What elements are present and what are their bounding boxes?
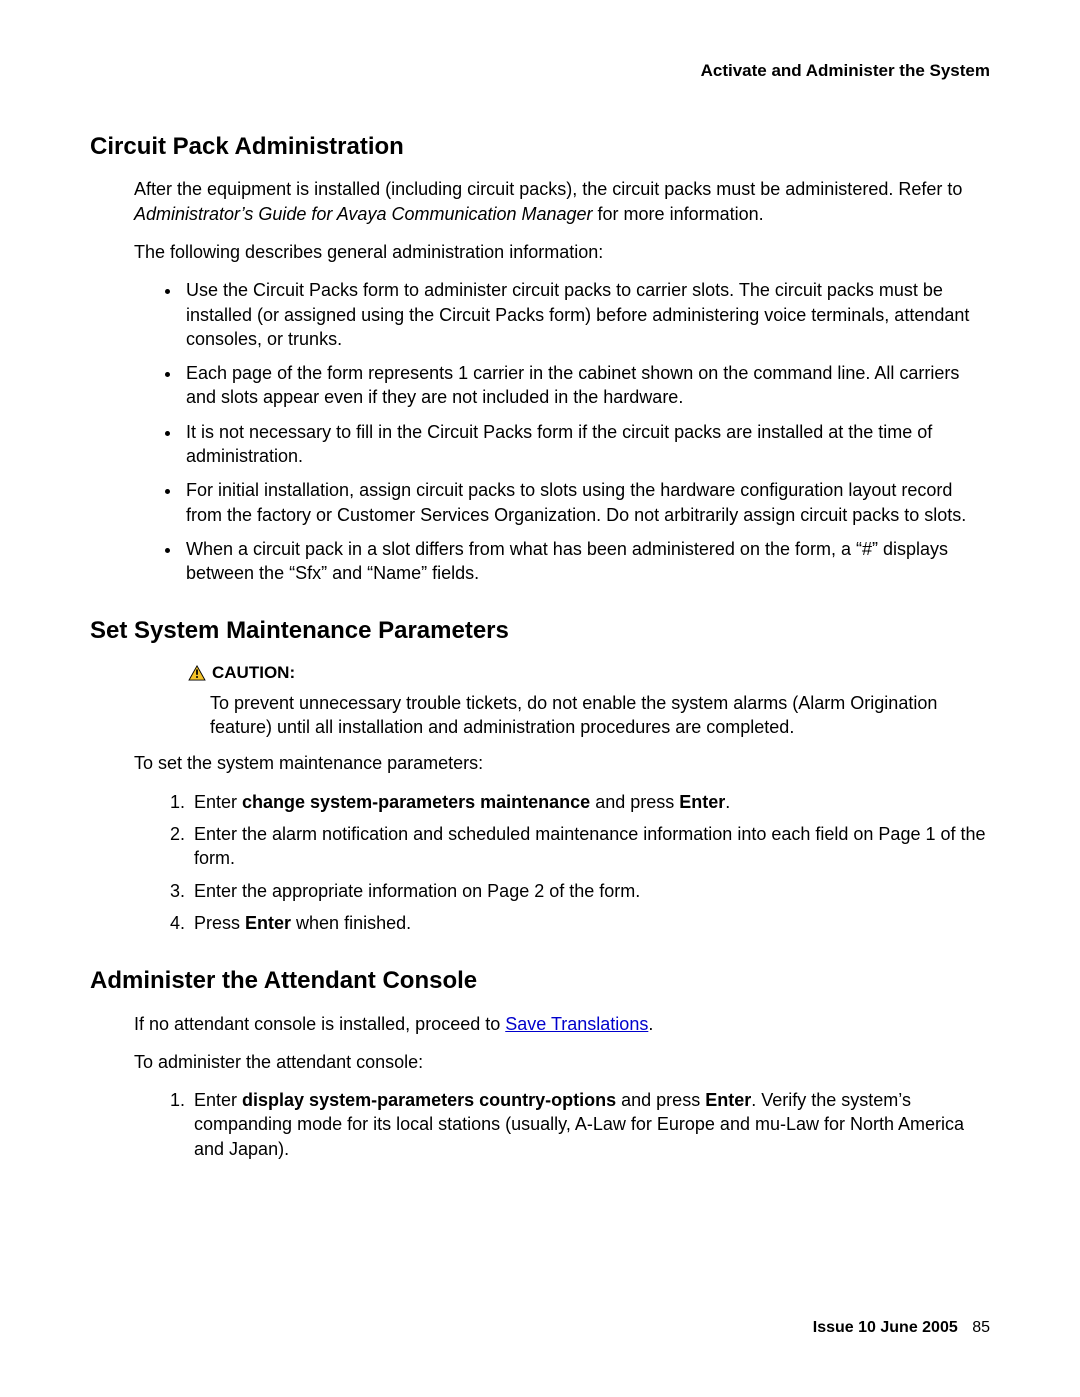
list-item: Enter change system-parameters maintenan… <box>190 790 990 814</box>
page-footer: Issue 10 June 2005 85 <box>813 1317 990 1339</box>
heading-circuit-pack-administration: Circuit Pack Administration <box>90 131 990 163</box>
command-text: display system-parameters country-option… <box>242 1090 616 1110</box>
text: . <box>648 1014 653 1034</box>
key-enter: Enter <box>705 1090 751 1110</box>
step-text: Enter <box>194 792 242 812</box>
page-number: 85 <box>972 1319 990 1336</box>
key-enter: Enter <box>679 792 725 812</box>
list-item: Use the Circuit Packs form to administer… <box>182 278 990 351</box>
intro-text-pre: After the equipment is installed (includ… <box>134 179 962 199</box>
intro-paragraph: After the equipment is installed (includ… <box>134 177 990 226</box>
key-enter: Enter <box>245 913 291 933</box>
list-item: When a circuit pack in a slot differs fr… <box>182 537 990 586</box>
intro-text-italic: Administrator’s Guide for Avaya Communic… <box>134 204 593 224</box>
list-item: Press Enter when finished. <box>190 911 990 935</box>
list-item: Enter display system-parameters country-… <box>190 1088 990 1161</box>
list-item: Enter the alarm notification and schedul… <box>190 822 990 871</box>
attendant-intro-2: To administer the attendant console: <box>134 1050 990 1074</box>
intro-text-post: for more information. <box>593 204 764 224</box>
list-item: Enter the appropriate information on Pag… <box>190 879 990 903</box>
caution-block: CAUTION: To prevent unnecessary trouble … <box>210 662 990 740</box>
issue-date: Issue 10 June 2005 <box>813 1319 958 1336</box>
step-text: when finished. <box>291 913 411 933</box>
list-item: For initial installation, assign circuit… <box>182 478 990 527</box>
caution-heading: CAUTION: <box>188 662 990 685</box>
heading-set-system-maintenance: Set System Maintenance Parameters <box>90 615 990 647</box>
circuit-pack-bullet-list: Use the Circuit Packs form to administer… <box>90 278 990 585</box>
page-container: Activate and Administer the System Circu… <box>0 0 1080 1397</box>
maintenance-intro: To set the system maintenance parameters… <box>134 751 990 775</box>
step-text: and press <box>616 1090 705 1110</box>
list-item: Each page of the form represents 1 carri… <box>182 361 990 410</box>
list-item: It is not necessary to fill in the Circu… <box>182 420 990 469</box>
attendant-steps: Enter display system-parameters country-… <box>90 1088 990 1161</box>
step-text: Enter <box>194 1090 242 1110</box>
caution-triangle-icon <box>188 665 206 681</box>
text: If no attendant console is installed, pr… <box>134 1014 505 1034</box>
save-translations-link[interactable]: Save Translations <box>505 1014 648 1034</box>
step-text: and press <box>590 792 679 812</box>
general-lead-text: The following describes general administ… <box>134 240 990 264</box>
attendant-intro-1: If no attendant console is installed, pr… <box>134 1012 990 1036</box>
caution-label: CAUTION: <box>212 662 295 685</box>
maintenance-steps: Enter change system-parameters maintenan… <box>90 790 990 935</box>
running-header: Activate and Administer the System <box>90 60 990 83</box>
step-text: . <box>725 792 730 812</box>
command-text: change system-parameters maintenance <box>242 792 590 812</box>
step-text: Press <box>194 913 245 933</box>
caution-text: To prevent unnecessary trouble tickets, … <box>210 691 990 740</box>
heading-administer-attendant-console: Administer the Attendant Console <box>90 965 990 997</box>
